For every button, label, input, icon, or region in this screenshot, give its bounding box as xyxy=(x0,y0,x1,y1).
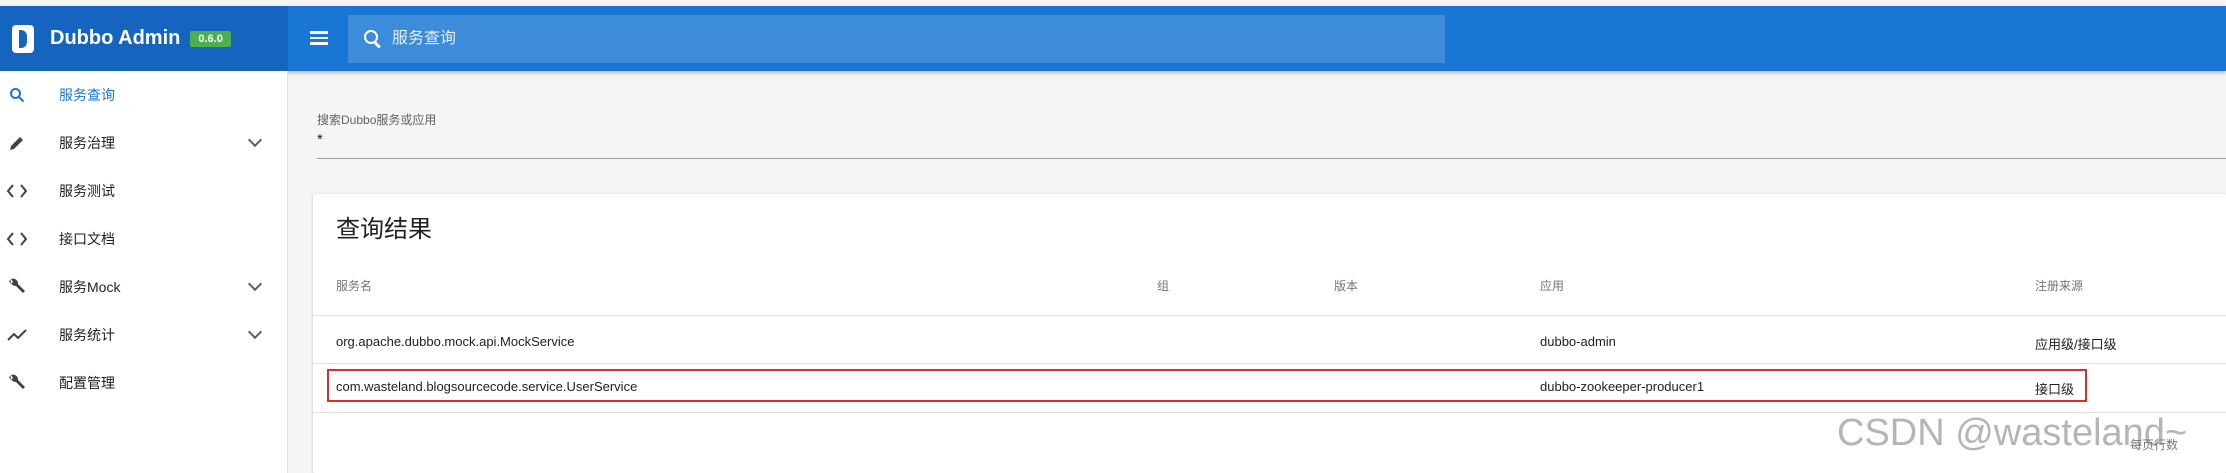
chevron-down-icon[interactable] xyxy=(247,132,263,148)
code-icon xyxy=(6,180,28,202)
top-search-box[interactable] xyxy=(348,15,1445,63)
cell-service[interactable]: org.apache.dubbo.mock.api.MockService xyxy=(336,334,574,349)
pencil-icon xyxy=(6,132,28,154)
sidebar-item-service-test[interactable]: 服务测试 xyxy=(0,167,288,215)
column-header-source[interactable]: 注册来源 xyxy=(2035,277,2083,294)
cell-app: dubbo-admin xyxy=(1540,334,1616,349)
sidebar-item-service-governance[interactable]: 服务治理 xyxy=(0,119,288,167)
top-app-bar: Dubbo Admin 0.6.0 xyxy=(0,6,2226,71)
chevron-down-icon[interactable] xyxy=(247,324,263,340)
column-header-service[interactable]: 服务名 xyxy=(336,277,372,294)
results-title: 查询结果 xyxy=(336,216,432,243)
column-header-app[interactable]: 应用 xyxy=(1540,277,1564,294)
sidebar-item-label: 服务Mock xyxy=(59,279,121,295)
sidebar-item-service-mock[interactable]: 服务Mock xyxy=(0,263,288,311)
hamburger-menu-icon[interactable] xyxy=(310,28,334,50)
wrench-icon xyxy=(6,372,28,394)
brand[interactable]: Dubbo Admin 0.6.0 xyxy=(0,6,288,71)
header-divider xyxy=(313,315,2226,316)
sidebar-item-label: 配置管理 xyxy=(59,375,115,391)
sidebar-item-label: 服务查询 xyxy=(59,87,115,103)
column-header-version[interactable]: 版本 xyxy=(1334,277,1358,294)
sidebar-item-api-docs[interactable]: 接口文档 xyxy=(0,215,288,263)
sidebar-item-label: 服务治理 xyxy=(59,135,115,151)
watermark: CSDN @wasteland~ xyxy=(1837,412,2188,454)
column-header-group[interactable]: 组 xyxy=(1157,277,1169,294)
trend-icon xyxy=(6,324,28,346)
sidebar-item-service-query[interactable]: 服务查询 xyxy=(0,71,288,119)
search-field-value[interactable]: * xyxy=(317,131,323,148)
chevron-down-icon[interactable] xyxy=(247,276,263,292)
service-search-field[interactable]: 搜索Dubbo服务或应用 * xyxy=(317,111,2226,159)
row-divider xyxy=(313,363,2226,364)
cell-source: 应用级/接口级 xyxy=(2035,337,2117,352)
sidebar-item-config-management[interactable]: 配置管理 xyxy=(0,359,288,407)
sidebar-item-service-stats[interactable]: 服务统计 xyxy=(0,311,288,359)
version-badge: 0.6.0 xyxy=(190,30,231,47)
sidebar-item-label: 接口文档 xyxy=(59,231,115,247)
wrench-icon xyxy=(6,276,28,298)
dubbo-logo-icon xyxy=(12,24,34,53)
brand-name: Dubbo Admin xyxy=(50,27,181,49)
sidebar-item-label: 服务统计 xyxy=(59,327,115,343)
search-icon xyxy=(364,30,382,48)
top-search-input[interactable] xyxy=(392,30,1292,48)
sidebar: 服务查询 服务治理 服务测试 接口文档 服务Mock 服务统计 配置管理 xyxy=(0,71,288,473)
search-field-label: 搜索Dubbo服务或应用 xyxy=(317,113,437,127)
code-icon xyxy=(6,228,28,250)
search-icon xyxy=(6,84,28,106)
highlight-annotation-box xyxy=(327,369,2087,402)
sidebar-item-label: 服务测试 xyxy=(59,183,115,199)
